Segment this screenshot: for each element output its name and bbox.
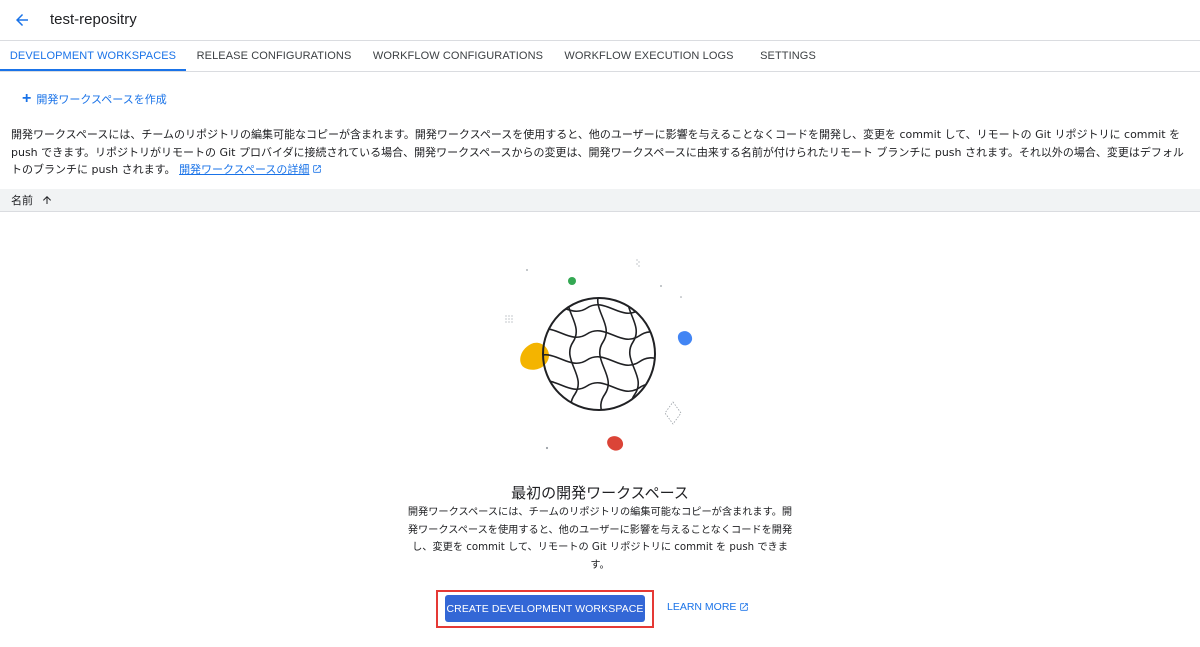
empty-state-illustration [505, 259, 693, 451]
active-tab-indicator [0, 69, 186, 71]
tab-settings[interactable]: SETTINGS [744, 41, 832, 72]
illustration-dot [545, 446, 549, 450]
tab-development-workspaces[interactable]: DEVELOPMENT WORKSPACES [0, 41, 186, 72]
dot-cluster [636, 259, 640, 267]
create-development-workspace-button[interactable]: CREATE DEVELOPMENT WORKSPACE [445, 595, 645, 622]
empty-state-description: 開発ワークスペースには、チームのリポジトリの編集可能なコピーが含まれます。開発ワ… [407, 507, 793, 571]
dot-grid [505, 315, 513, 323]
page-title: test-repositry [50, 11, 137, 28]
illustration-dot [660, 285, 662, 287]
learn-more-link[interactable]: LEARN MORE [667, 601, 749, 613]
globe-icon [542, 297, 656, 411]
arrow-back-icon [16, 14, 28, 26]
open-in-new-icon [740, 603, 749, 611]
arrow-up-icon [43, 196, 51, 204]
table-header: 名前 [0, 189, 1200, 212]
create-workspace-link[interactable]: + 開発ワークスペースを作成 [22, 91, 167, 107]
workspace-details-link[interactable]: 開発ワークスペースの詳細 [179, 163, 322, 176]
tab-workflow-execution-logs[interactable]: WORKFLOW EXECUTION LOGS [554, 41, 744, 72]
create-workspace-label: 開発ワークスペースを作成 [36, 94, 167, 106]
blue-blob [677, 331, 693, 346]
empty-state-title: 最初の開発ワークスペース [511, 484, 689, 502]
top-bar: test-repositry [0, 0, 1200, 41]
back-button[interactable] [10, 8, 34, 32]
illustration-dot [526, 269, 528, 271]
page-description: 開発ワークスペースには、チームのリポジトリの編集可能なコピーが含まれます。開発ワ… [11, 126, 1191, 179]
sort-button[interactable] [41, 194, 53, 206]
learn-more-label: LEARN MORE [667, 601, 737, 613]
tab-workflow-configurations[interactable]: WORKFLOW CONFIGURATIONS [362, 41, 554, 72]
open-in-new-icon [313, 165, 322, 173]
tab-release-configurations[interactable]: RELEASE CONFIGURATIONS [186, 41, 362, 72]
column-header-name[interactable]: 名前 [11, 192, 33, 208]
dotted-diamond [664, 401, 682, 425]
green-dot [568, 277, 576, 285]
tab-bar: DEVELOPMENT WORKSPACES RELEASE CONFIGURA… [0, 41, 1200, 72]
red-blob [607, 436, 624, 451]
illustration-dot [680, 296, 682, 298]
plus-icon: + [22, 90, 32, 107]
